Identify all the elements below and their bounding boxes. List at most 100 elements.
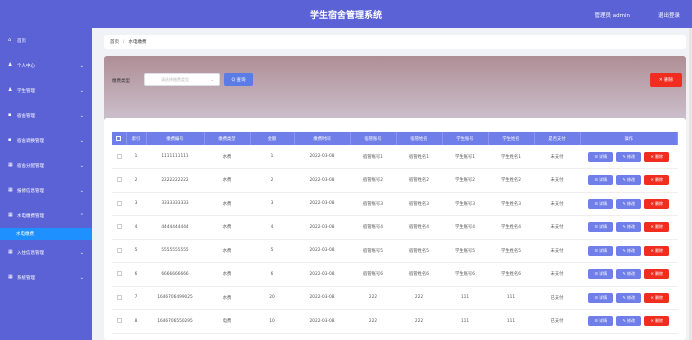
- row-delete-button[interactable]: ✕ 删除: [644, 245, 670, 256]
- edit-button[interactable]: ✎ 修改: [616, 151, 642, 162]
- chevron-down-icon: ⌄: [79, 112, 84, 119]
- table-cell: 学生账号1: [442, 145, 488, 169]
- view-button[interactable]: ☰ 详情: [588, 198, 614, 209]
- row-checkbox[interactable]: [112, 239, 126, 263]
- sidebar-subitem-utility-payment[interactable]: 水电缴费: [0, 228, 92, 240]
- table-cell: 2022-03-08: [294, 309, 350, 334]
- row-checkbox[interactable]: [112, 145, 126, 169]
- table-cell: 水费: [204, 168, 250, 193]
- chevron-down-icon: ⌄: [79, 87, 84, 94]
- chevron-down-icon: ⌄: [210, 77, 214, 82]
- edit-button[interactable]: ✎ 修改: [616, 292, 642, 303]
- top-bar: 学生宿舍管理系统 管理员 admin 退出登录: [0, 0, 692, 28]
- sidebar-item-home[interactable]: ⌂ 首页: [0, 28, 92, 53]
- row-actions: ☰ 详情 ✎ 修改 ✕ 删除: [580, 239, 678, 263]
- checkbox-icon: [116, 224, 122, 230]
- row-checkbox[interactable]: [112, 286, 126, 310]
- payments-table: 索引 缴费编号 缴费类型 金额 缴费时间 宿管账号 宿管姓名 学生账号 学生姓名…: [112, 132, 678, 334]
- table-row: 1 1111111111 水费 1 2022-03-08 宿管账号1 宿管姓名1 学生账号1 学…: [112, 145, 678, 169]
- grid-icon: ▦: [8, 162, 13, 168]
- table-cell: 222: [396, 286, 442, 310]
- row-delete-button[interactable]: ✕ 删除: [644, 175, 670, 186]
- search-button[interactable]: Q 查询: [224, 73, 253, 86]
- col-student-account: 学生账号: [442, 132, 489, 145]
- sidebar-item-utilities[interactable]: ▦ 水电缴费管理 ⌃: [0, 203, 92, 228]
- table-cell: 未支付: [534, 145, 580, 169]
- view-button[interactable]: ☰ 详情: [588, 269, 614, 280]
- breadcrumb-home[interactable]: 首页: [110, 39, 119, 45]
- edit-button[interactable]: ✎ 修改: [616, 316, 642, 327]
- checkbox-icon: [116, 294, 122, 300]
- sidebar-item-label: 报修信息管理: [17, 188, 44, 194]
- row-checkbox[interactable]: [112, 192, 126, 216]
- table-header-row: 索引 缴费编号 缴费类型 金额 缴费时间 宿管账号 宿管姓名 学生账号 学生姓名…: [112, 132, 678, 145]
- edit-button[interactable]: ✎ 修改: [616, 269, 642, 280]
- select-all-checkbox[interactable]: [112, 132, 127, 145]
- sidebar-item-dorm-assign[interactable]: ▦ 宿舍分配管理 ⌄: [0, 153, 92, 178]
- col-actions: 操作: [580, 132, 678, 145]
- view-button[interactable]: ☰ 详情: [588, 292, 614, 303]
- row-delete-button[interactable]: ✕ 删除: [644, 151, 670, 162]
- col-amount: 金额: [250, 132, 295, 145]
- edit-button[interactable]: ✎ 修改: [616, 198, 642, 209]
- view-button[interactable]: ☰ 详情: [588, 316, 614, 327]
- sidebar-item-students[interactable]: ♟ 学生管理 ⌄: [0, 78, 92, 103]
- row-delete-button[interactable]: ✕ 删除: [644, 222, 670, 233]
- table-row: 4 4444444444 水费 4 2022-03-08 宿管账号4 宿管姓名4 学生账号4 学…: [112, 215, 678, 240]
- table-cell: 2022-03-08: [294, 286, 350, 310]
- table-cell: 1646706550295: [146, 309, 204, 334]
- table-cell: 水费: [204, 215, 250, 240]
- table-cell: 宿管姓名6: [396, 262, 442, 287]
- table-cell: 3: [250, 192, 294, 216]
- table-cell: 2022-03-08: [294, 215, 350, 240]
- edit-button[interactable]: ✎ 修改: [616, 222, 642, 233]
- col-payment-no: 缴费编号: [146, 132, 205, 145]
- edit-button[interactable]: ✎ 修改: [616, 245, 642, 256]
- sidebar-item-label: 宿舍分配管理: [17, 163, 44, 169]
- logout-link[interactable]: 退出登录: [658, 11, 680, 19]
- delete-button[interactable]: ✕ 删除: [650, 73, 682, 87]
- payment-type-select[interactable]: 请选择缴费类型 ⌄: [144, 73, 220, 86]
- sidebar-item-label: 宿舍调换管理: [17, 138, 44, 144]
- sidebar-item-dorms[interactable]: ▪ 宿舍管理 ⌄: [0, 103, 92, 128]
- table-cell: 8: [126, 309, 146, 334]
- row-checkbox[interactable]: [112, 262, 126, 287]
- row-checkbox[interactable]: [112, 215, 126, 240]
- row-delete-button[interactable]: ✕ 删除: [644, 316, 670, 327]
- table-cell: 4: [250, 215, 294, 240]
- row-actions: ☰ 详情 ✎ 修改 ✕ 删除: [580, 286, 678, 310]
- table-row: 6 6666666666 水费 6 2022-03-08 宿管账号6 宿管姓名6 学生账号6 学…: [112, 262, 678, 287]
- view-button[interactable]: ☰ 详情: [588, 151, 614, 162]
- view-button[interactable]: ☰ 详情: [588, 175, 614, 186]
- table-row: 8 1646706550295 电费 10 2022-03-08 222 222 111 111…: [112, 309, 678, 334]
- table-cell: 3: [126, 192, 146, 216]
- select-placeholder: 请选择缴费类型: [161, 76, 189, 82]
- row-checkbox[interactable]: [112, 309, 126, 334]
- table-cell: 2022-03-08: [294, 145, 350, 169]
- table-cell: 2022-03-08: [294, 262, 350, 287]
- sidebar-item-label: 学生管理: [17, 88, 35, 94]
- col-manager-name: 宿管姓名: [396, 132, 443, 145]
- view-button[interactable]: ☰ 详情: [588, 222, 614, 233]
- edit-button[interactable]: ✎ 修改: [616, 175, 642, 186]
- view-button[interactable]: ☰ 详情: [588, 245, 614, 256]
- sidebar-item-repairs[interactable]: ▦ 报修信息管理 ⌄: [0, 178, 92, 203]
- table-cell: 宿管账号3: [350, 192, 396, 216]
- table-cell: 111: [442, 309, 488, 334]
- sidebar-item-system[interactable]: ▦ 系统管理 ⌄: [0, 265, 92, 290]
- table-cell: 宿管账号2: [350, 168, 396, 193]
- table-cell: 宿管账号6: [350, 262, 396, 287]
- row-actions: ☰ 详情 ✎ 修改 ✕ 删除: [580, 215, 678, 240]
- row-checkbox[interactable]: [112, 168, 126, 193]
- sidebar-item-dorm-swap[interactable]: ▪ 宿舍调换管理 ⌄: [0, 128, 92, 153]
- chevron-down-icon: ⌄: [79, 137, 84, 144]
- home-icon: ⌂: [8, 37, 12, 43]
- sidebar-item-profile[interactable]: ♟ 个人中心 ⌄: [0, 53, 92, 78]
- row-delete-button[interactable]: ✕ 删除: [644, 198, 670, 209]
- row-delete-button[interactable]: ✕ 删除: [644, 292, 670, 303]
- row-actions: ☰ 详情 ✎ 修改 ✕ 删除: [580, 145, 678, 169]
- row-delete-button[interactable]: ✕ 删除: [644, 269, 670, 280]
- sidebar-item-checkin[interactable]: ▦ 入住信息管理 ⌄: [0, 240, 92, 265]
- table-cell: 2: [250, 168, 294, 193]
- row-actions: ☰ 详情 ✎ 修改 ✕ 删除: [580, 262, 678, 287]
